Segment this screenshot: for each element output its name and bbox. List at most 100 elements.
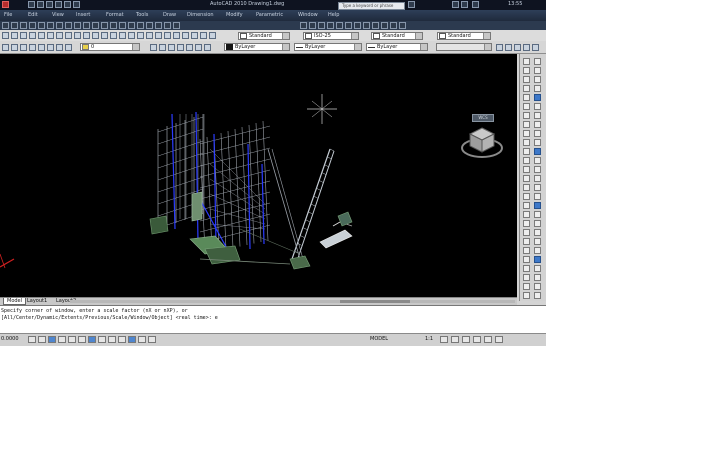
modify-tool-icon[interactable] (534, 292, 541, 299)
menu-item-dimension[interactable]: Dimension (187, 12, 214, 19)
modify-tool-icon[interactable] (534, 112, 541, 119)
standard-tool-icon[interactable] (20, 22, 27, 29)
workspace-tool-icon[interactable] (137, 32, 144, 39)
menu-item-view[interactable]: View (52, 12, 64, 19)
command-line[interactable]: Specify corner of window, enter a scale … (0, 305, 546, 334)
layer-state-tool-icon[interactable] (177, 44, 184, 51)
menu-item-modify[interactable]: Modify (226, 12, 243, 19)
properties-tool-icon[interactable] (532, 44, 539, 51)
modify-tool-icon[interactable] (523, 193, 530, 200)
modify-tool-icon[interactable] (534, 256, 541, 263)
modify-tool-icon[interactable] (534, 247, 541, 254)
standard-tool-icon[interactable] (173, 22, 180, 29)
drafting-toggle-icon[interactable] (138, 336, 146, 343)
drafting-toggle-icon[interactable] (88, 336, 96, 343)
menu-item-window[interactable]: Window (298, 12, 318, 19)
modify-tool-icon[interactable] (523, 238, 530, 245)
modify-tool-icon[interactable] (523, 76, 530, 83)
modify-tool-icon[interactable] (523, 256, 530, 263)
status-tray-icon[interactable] (451, 336, 459, 343)
redo-icon[interactable] (64, 1, 71, 8)
workspace-tool-icon[interactable] (209, 32, 216, 39)
status-tray-icon[interactable] (473, 336, 481, 343)
modify-tool-icon[interactable] (534, 193, 541, 200)
favorites-star-icon[interactable] (461, 1, 468, 8)
modify-tool-icon[interactable] (523, 67, 530, 74)
search-input[interactable]: Type a keyword or phrase (338, 2, 405, 10)
table-style-select[interactable]: Standard (371, 32, 423, 40)
view-tool-icon[interactable] (327, 22, 334, 29)
wcs-menu[interactable]: WCS (472, 114, 494, 122)
modify-tool-icon[interactable] (523, 103, 530, 110)
layer-tool-icon[interactable] (65, 44, 72, 51)
modify-tool-icon[interactable] (534, 211, 541, 218)
view-tool-icon[interactable] (354, 22, 361, 29)
modify-tool-icon[interactable] (534, 121, 541, 128)
status-tray-icon[interactable] (495, 336, 503, 343)
status-tray-icon[interactable] (484, 336, 492, 343)
view-tool-icon[interactable] (372, 22, 379, 29)
modify-tool-icon[interactable] (523, 184, 530, 191)
undo-icon[interactable] (55, 1, 62, 8)
modify-tool-icon[interactable] (534, 274, 541, 281)
menu-item-insert[interactable]: Insert (76, 12, 90, 19)
layer-tool-icon[interactable] (11, 44, 18, 51)
modify-tool-icon[interactable] (523, 130, 530, 137)
standard-tool-icon[interactable] (110, 22, 117, 29)
tab-layout1[interactable]: Layout1 (24, 298, 50, 305)
standard-tool-icon[interactable] (101, 22, 108, 29)
modify-tool-icon[interactable] (523, 274, 530, 281)
model-space-button[interactable]: MODEL (370, 336, 388, 343)
layer-tool-icon[interactable] (38, 44, 45, 51)
layer-tool-icon[interactable] (29, 44, 36, 51)
view-tool-icon[interactable] (363, 22, 370, 29)
open-icon[interactable] (37, 1, 44, 8)
help-icon[interactable] (472, 1, 479, 8)
drafting-toggle-icon[interactable] (68, 336, 76, 343)
drafting-toggle-icon[interactable] (98, 336, 106, 343)
workspace-tool-icon[interactable] (2, 32, 9, 39)
modify-tool-icon[interactable] (534, 103, 541, 110)
view-tool-icon[interactable] (399, 22, 406, 29)
modify-tool-icon[interactable] (534, 130, 541, 137)
drafting-toggle-icon[interactable] (78, 336, 86, 343)
modify-tool-icon[interactable] (523, 247, 530, 254)
workspace-tool-icon[interactable] (38, 32, 45, 39)
modify-tool-icon[interactable] (523, 121, 530, 128)
modify-tool-icon[interactable] (523, 85, 530, 92)
drafting-toggle-icon[interactable] (128, 336, 136, 343)
modify-tool-icon[interactable] (523, 265, 530, 272)
horizontal-scrollbar[interactable] (70, 300, 515, 303)
menu-item-format[interactable]: Format (106, 12, 124, 19)
menu-item-edit[interactable]: Edit (28, 12, 38, 19)
modify-tool-icon[interactable] (534, 184, 541, 191)
standard-tool-icon[interactable] (29, 22, 36, 29)
modify-tool-icon[interactable] (523, 157, 530, 164)
layer-tool-icon[interactable] (2, 44, 9, 51)
multileader-style-select[interactable]: Standard (437, 32, 491, 40)
viewcube[interactable] (460, 124, 504, 168)
menu-item-file[interactable]: File (4, 12, 12, 19)
modify-tool-icon[interactable] (534, 202, 541, 209)
workspace-tool-icon[interactable] (200, 32, 207, 39)
view-tool-icon[interactable] (309, 22, 316, 29)
workspace-tool-icon[interactable] (11, 32, 18, 39)
workspace-tool-icon[interactable] (65, 32, 72, 39)
workspace-tool-icon[interactable] (182, 32, 189, 39)
layer-tool-icon[interactable] (56, 44, 63, 51)
save-icon[interactable] (46, 1, 53, 8)
modify-tool-icon[interactable] (523, 58, 530, 65)
communication-center-icon[interactable] (452, 1, 459, 8)
modify-tool-icon[interactable] (534, 166, 541, 173)
standard-tool-icon[interactable] (47, 22, 54, 29)
layer-state-tool-icon[interactable] (204, 44, 211, 51)
drafting-toggle-icon[interactable] (108, 336, 116, 343)
modify-tool-icon[interactable] (534, 157, 541, 164)
modify-tool-icon[interactable] (534, 238, 541, 245)
modify-tool-icon[interactable] (534, 220, 541, 227)
standard-tool-icon[interactable] (119, 22, 126, 29)
drawing-viewport[interactable]: WCS (0, 54, 517, 297)
menu-item-tools[interactable]: Tools (136, 12, 148, 19)
modify-tool-icon[interactable] (523, 148, 530, 155)
menu-item-help[interactable]: Help (328, 12, 339, 19)
